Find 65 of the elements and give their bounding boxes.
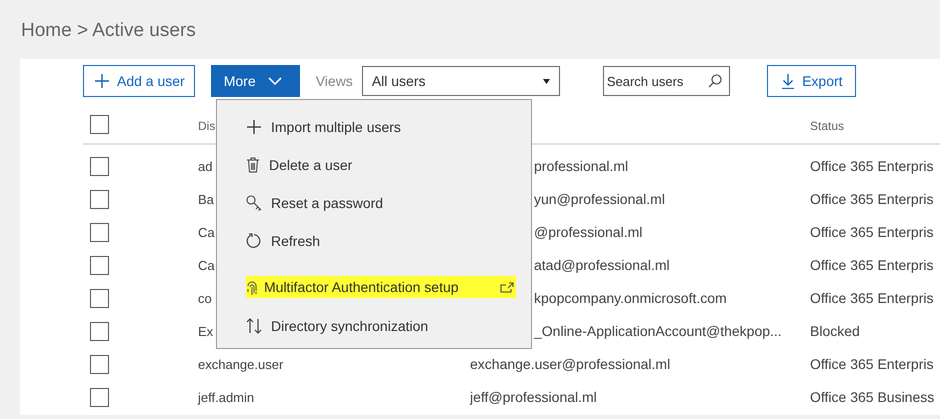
- table-cell: kpopcompany.onmicrosoft.com: [534, 290, 727, 306]
- menu-item[interactable]: Import multiple users: [246, 108, 516, 146]
- checkbox[interactable]: [90, 322, 109, 341]
- table-cell: exchange.user: [198, 357, 284, 372]
- chevron-down-icon: [268, 77, 282, 85]
- dropdown-arrow-icon: [542, 78, 550, 84]
- more-button[interactable]: More: [210, 65, 300, 97]
- checkbox[interactable]: [90, 156, 109, 176]
- table-cell: Office 365 Enterpris: [810, 224, 934, 240]
- views-dropdown[interactable]: All users: [362, 66, 560, 96]
- checkbox[interactable]: [90, 354, 109, 374]
- menu-item-label: Directory synchronization: [271, 318, 428, 334]
- key-icon: [246, 195, 262, 211]
- search-field[interactable]: Search users: [602, 66, 730, 96]
- external-link-icon: [500, 281, 514, 293]
- table-cell: Ba: [198, 192, 214, 207]
- checkbox[interactable]: [90, 388, 109, 407]
- table-cell: Office 365 Enterpris: [810, 257, 934, 273]
- sort-arrows-icon: [246, 318, 262, 334]
- checkbox[interactable]: [90, 288, 109, 308]
- table-cell: jeff@professional.ml: [470, 389, 597, 405]
- download-icon: [782, 74, 794, 88]
- table-cell: @professional.ml: [534, 224, 642, 240]
- table-cell: ad: [198, 159, 212, 174]
- table-cell: jeff.admin: [198, 390, 254, 405]
- table-cell: Office 365 Enterpris: [810, 158, 934, 174]
- table-cell: Office 365 Enterpris: [810, 356, 934, 372]
- fingerprint-icon: [246, 280, 258, 294]
- table-cell: _Online-ApplicationAccount@thekpop...: [534, 323, 782, 339]
- add-user-button[interactable]: Add a user: [83, 65, 195, 97]
- menu-item-label: Multifactor Authentication setup: [264, 279, 459, 295]
- menu-item[interactable]: Reset a password: [246, 184, 516, 222]
- checkbox[interactable]: [90, 115, 109, 134]
- column-header[interactable]: Status: [810, 118, 844, 132]
- table-cell: Ca: [198, 225, 215, 240]
- checkbox[interactable]: [90, 190, 109, 209]
- table-cell: atad@professional.ml: [534, 257, 670, 273]
- breadcrumb: Home > Active users: [21, 20, 196, 42]
- menu-item[interactable]: Refresh: [246, 222, 516, 260]
- plus-icon: [246, 119, 262, 135]
- column-header[interactable]: Dis: [198, 118, 216, 132]
- table-cell: Blocked: [810, 323, 860, 339]
- views-label: Views: [316, 73, 353, 89]
- refresh-icon: [246, 233, 262, 249]
- menu-item[interactable]: Directory synchronization: [246, 307, 516, 345]
- menu-item[interactable]: Multifactor Authentication setup: [246, 276, 516, 298]
- menu-item-label: Refresh: [271, 233, 320, 249]
- table-cell: yun@professional.ml: [534, 191, 665, 207]
- table-cell: Office 365 Enterpris: [810, 290, 934, 306]
- checkbox[interactable]: [90, 256, 109, 275]
- export-button[interactable]: Export: [766, 65, 856, 97]
- table-cell: co: [198, 291, 212, 306]
- trash-icon: [246, 157, 260, 173]
- table-cell: Ca: [198, 258, 215, 273]
- menu-item-label: Import multiple users: [271, 119, 401, 135]
- table-cell: Office 365 Business: [810, 389, 934, 405]
- table-cell: exchange.user@professional.ml: [470, 356, 670, 372]
- plus-icon: [95, 74, 109, 88]
- menu-item-label: Delete a user: [269, 157, 352, 173]
- checkbox[interactable]: [90, 222, 109, 242]
- menu-item-label: Reset a password: [271, 195, 384, 211]
- menu-item[interactable]: Delete a user: [246, 146, 516, 184]
- table-cell: Office 365 Enterpris: [810, 191, 934, 207]
- table-cell: Ex: [198, 324, 214, 339]
- table-cell: professional.ml: [534, 158, 628, 174]
